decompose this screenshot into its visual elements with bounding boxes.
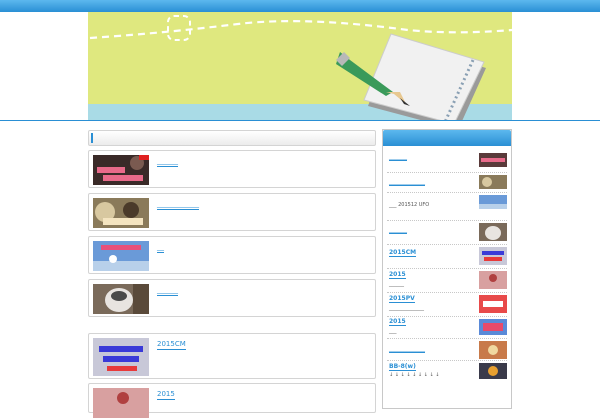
sidebar-item-title[interactable]: 2015 bbox=[389, 271, 406, 279]
sidebar-thumb[interactable] bbox=[479, 295, 507, 313]
sidebar-item-title[interactable]: ____________ bbox=[389, 345, 425, 353]
sidebar-item-title[interactable]: ______ bbox=[389, 153, 407, 161]
sidebar-item-title[interactable]: 2015PV bbox=[389, 295, 415, 303]
post-title-link[interactable]: ____________ bbox=[157, 200, 199, 210]
post-title-link[interactable]: ______ bbox=[157, 157, 178, 167]
sidebar-item-title[interactable]: BB-8(w) bbox=[389, 363, 416, 371]
sidebar-thumb[interactable] bbox=[479, 363, 507, 379]
photo-dog-thumb[interactable] bbox=[93, 284, 149, 314]
post-card[interactable]: __ bbox=[88, 236, 376, 274]
title-accent bbox=[91, 133, 93, 143]
sidebar: ______ ____________ ___ 201512 UFO _____… bbox=[382, 129, 512, 409]
sidebar-thumb[interactable] bbox=[479, 341, 507, 359]
photo-sky-thumb[interactable] bbox=[93, 241, 149, 271]
sidebar-item[interactable]: BB-8(w) ↓ ↓ ↓ ↓ ↓ ↓ ↓ ↓ ↓ bbox=[387, 362, 507, 392]
sidebar-item[interactable]: 2015CM bbox=[387, 246, 507, 269]
sidebar-thumb[interactable] bbox=[479, 271, 507, 289]
sidebar-item[interactable]: ______ bbox=[387, 222, 507, 245]
sidebar-item[interactable]: 2015 ______ bbox=[387, 270, 507, 293]
sidebar-item-title[interactable]: 2015CM bbox=[389, 249, 417, 257]
sidebar-item[interactable]: ____________ bbox=[387, 174, 507, 193]
sidebar-item[interactable]: ____________ bbox=[387, 340, 507, 361]
header-divider bbox=[0, 120, 600, 121]
sidebar-header bbox=[383, 130, 511, 146]
header-banner-image[interactable] bbox=[88, 12, 512, 120]
sidebar-item-text: ______ bbox=[389, 281, 404, 287]
sidebar-item-title[interactable]: ____________ bbox=[389, 178, 425, 186]
post-card[interactable]: ______ bbox=[88, 279, 376, 317]
post-card[interactable]: ______ bbox=[88, 150, 376, 188]
sidebar-item-text: ___ bbox=[389, 328, 397, 334]
post-card[interactable]: 2015 bbox=[88, 383, 376, 418]
sidebar-thumb[interactable] bbox=[479, 153, 507, 167]
post-title-link[interactable]: ______ bbox=[157, 286, 178, 296]
photo-dark-thumb[interactable] bbox=[93, 155, 149, 185]
sidebar-item-text: ______________ bbox=[389, 305, 424, 311]
sidebar-item[interactable]: ___ 201512 UFO bbox=[387, 194, 507, 221]
sidebar-item-title[interactable]: ______ bbox=[389, 226, 407, 234]
post-card[interactable]: 2015CM bbox=[88, 333, 376, 379]
top-bar bbox=[0, 0, 600, 12]
photo-sepia-thumb[interactable] bbox=[93, 198, 149, 228]
photo-cloud-thumb[interactable] bbox=[93, 338, 149, 376]
photo-red-thumb[interactable] bbox=[93, 388, 149, 418]
sidebar-item[interactable]: ______ bbox=[387, 152, 507, 173]
main-column bbox=[88, 130, 376, 146]
sidebar-item[interactable]: 2015PV ______________ bbox=[387, 294, 507, 317]
post-title-link[interactable]: 2015 bbox=[157, 390, 175, 400]
sidebar-item-text: ↓ ↓ ↓ ↓ ↓ ↓ ↓ ↓ ↓ bbox=[389, 372, 440, 378]
sidebar-item[interactable]: 2015 ___ bbox=[387, 318, 507, 339]
sidebar-thumb[interactable] bbox=[479, 195, 507, 209]
post-card[interactable]: ____________ bbox=[88, 193, 376, 231]
post-title-link[interactable]: 2015CM bbox=[157, 340, 186, 350]
sidebar-item-text: ___ 201512 UFO bbox=[389, 202, 430, 208]
sidebar-item-title[interactable]: 2015 bbox=[389, 318, 406, 326]
post-title-link[interactable]: __ bbox=[157, 243, 164, 253]
sidebar-thumb[interactable] bbox=[479, 247, 507, 265]
sidebar-thumb[interactable] bbox=[479, 319, 507, 335]
sidebar-thumb[interactable] bbox=[479, 175, 507, 189]
main-title-bar bbox=[88, 130, 376, 146]
sidebar-thumb[interactable] bbox=[479, 223, 507, 241]
